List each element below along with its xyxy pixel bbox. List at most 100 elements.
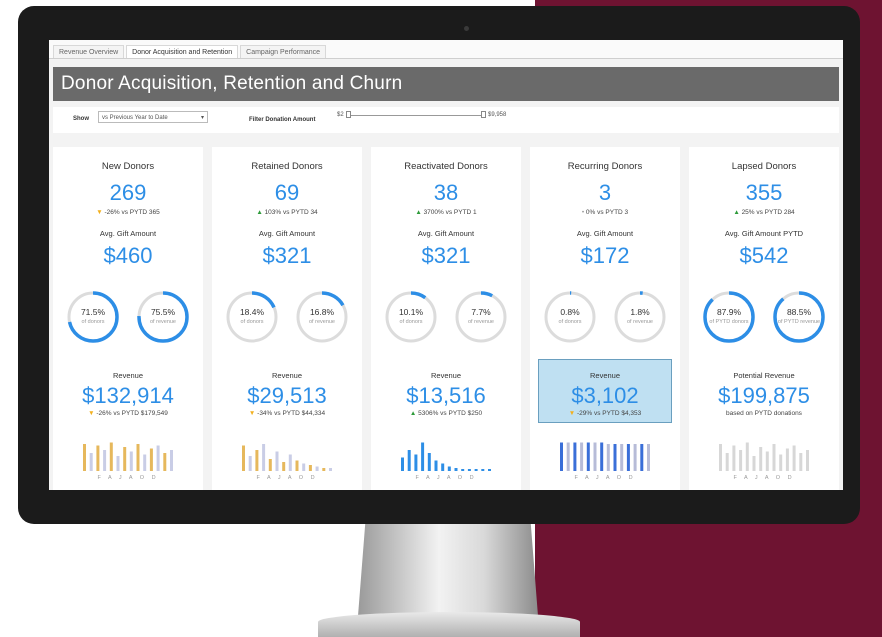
trend-arrow-icon: ▲ [415,209,424,216]
camera-icon [464,26,469,31]
spark-bar [447,466,451,471]
spark-bar [163,453,167,471]
spark-bar [593,442,597,471]
show-dropdown[interactable]: vs Previous Year to Date ▾ [98,111,208,123]
donut-caption: of donors [240,319,264,325]
amount-slider-max-handle[interactable] [481,111,486,118]
donut-value: 16.8% [309,307,335,317]
card-title: Lapsed Donors [731,161,797,172]
revenue-share-donut: 16.8% of revenue [294,289,350,345]
spark-bar [103,450,107,471]
kpi-cards: New Donors 269 ▼ -26% vs PYTD 365 Avg. Gift… [53,147,839,490]
revenue-delta-text: based on PYTD donations [726,410,802,417]
spark-bar [149,448,153,471]
donut-caption: of donors [399,319,423,325]
spark-bar [461,469,465,471]
spark-bar [573,442,577,471]
monitor-base [318,612,580,637]
avg-gift-amount: $321 [262,243,312,268]
tab-bar: Revenue Overview Donor Acquisition and R… [49,40,843,59]
spark-bar [566,442,570,471]
monthly-sparkline [401,442,491,471]
donut-value: 7.7% [471,307,491,317]
spark-bar [785,448,789,471]
page-title: Donor Acquisition, Retention and Churn [61,73,403,94]
kpi-card[interactable]: Recurring Donors 3 • 0% vs PYTD 3 Avg. Gift… [530,147,680,490]
trend-arrow-icon: ▲ [409,410,419,417]
revenue-value: $132,914 [82,383,174,408]
gift-label: Avg. Gift Amount [417,229,475,238]
revenue-delta: ▲ 5306% vs PYTD $250 [371,410,521,417]
spark-bar [488,469,491,471]
donut-value: 75.5% [150,307,176,317]
revenue-value: $3,102 [571,383,639,408]
spark-bar [248,456,252,471]
spark-bar [745,442,749,471]
spark-bar [474,469,478,471]
spark-bar [752,456,756,471]
kpi-card[interactable]: Retained Donors 69 ▲ 103% vs PYTD 34 Avg. G… [212,147,362,490]
spark-bar [772,444,776,471]
revenue-share-donut: 88.5% of PYTD revenue [771,289,827,345]
amount-slider-track[interactable] [349,115,483,116]
spark-bar [136,444,140,471]
revenue-label: Revenue [271,371,303,380]
tab-revenue-overview[interactable]: Revenue Overview [53,45,125,58]
amount-slider-min-handle[interactable] [346,111,351,118]
donor-share-donut: 18.4% of donors [224,289,280,345]
month-labels: F A J A O D [97,475,159,481]
card-title: Retained Donors [251,161,323,172]
revenue-share-donut: 75.5% of revenue [135,289,191,345]
donor-count: 269 [109,180,147,205]
card-title: Reactivated Donors [404,161,488,172]
donut-value: 87.9% [716,307,742,317]
revenue-delta: ▼ -26% vs PYTD $179,549 [53,410,203,417]
count-delta: ▲ 3700% vs PYTD 1 [371,209,521,216]
count-delta: ▼ -26% vs PYTD 365 [53,209,203,216]
spark-bar [600,442,604,471]
donut-track [385,291,437,343]
amount-min: $2 [337,112,344,118]
month-labels: F A J A O D [415,475,477,481]
gift-label: Avg. Gift Amount [99,229,157,238]
donor-share-donut: 10.1% of donors [383,289,439,345]
count-delta-text: -26% vs PYTD 365 [104,209,160,216]
spark-bar [739,450,743,471]
show-dropdown-value: vs Previous Year to Date [102,115,168,121]
donut-value: 71.5% [80,307,106,317]
spark-bar [421,442,425,471]
spark-bar [109,442,113,471]
gift-label: Avg. Gift Amount [258,229,316,238]
kpi-card[interactable]: Lapsed Donors 355 ▲ 25% vs PYTD 284 Avg. Gi… [689,147,839,490]
tab-donor-acquisition[interactable]: Donor Acquisition and Retention [126,45,239,58]
month-labels: F A J A O D [256,475,318,481]
spark-bar [427,453,431,471]
gift-label: Avg. Gift Amount [576,229,634,238]
revenue-value: $29,513 [247,383,327,408]
revenue-delta: ▼ -29% vs PYTD $4,353 [530,410,680,417]
monitor-stand [358,524,538,616]
revenue-delta: based on PYTD donations [689,410,839,417]
spark-bar [129,451,133,471]
kpi-card[interactable]: Reactivated Donors 38 ▲ 3700% vs PYTD 1 Avg… [371,147,521,490]
donor-count: 3 [598,180,612,205]
monthly-sparkline [719,442,809,471]
avg-gift-amount: $460 [103,243,153,268]
avg-gift-amount: $172 [580,243,630,268]
avg-gift-amount: $542 [739,243,789,268]
donor-count: 355 [745,180,783,205]
spark-bar [268,459,272,471]
count-delta-text: 3700% vs PYTD 1 [423,209,477,216]
spark-bar [242,445,245,471]
spark-bar [620,444,624,471]
revenue-delta: ▼ -34% vs PYTD $44,334 [212,410,362,417]
spark-bar [792,445,796,471]
spark-bar [481,469,485,471]
kpi-card[interactable]: New Donors 269 ▼ -26% vs PYTD 365 Avg. Gift… [53,147,203,490]
donor-count: 38 [433,180,459,205]
count-delta: ▲ 25% vs PYTD 284 [689,209,839,216]
spark-bar [434,460,438,471]
revenue-delta-text: -29% vs PYTD $4,353 [576,410,642,417]
tab-campaign-performance[interactable]: Campaign Performance [240,45,327,58]
spark-bar [441,463,445,471]
